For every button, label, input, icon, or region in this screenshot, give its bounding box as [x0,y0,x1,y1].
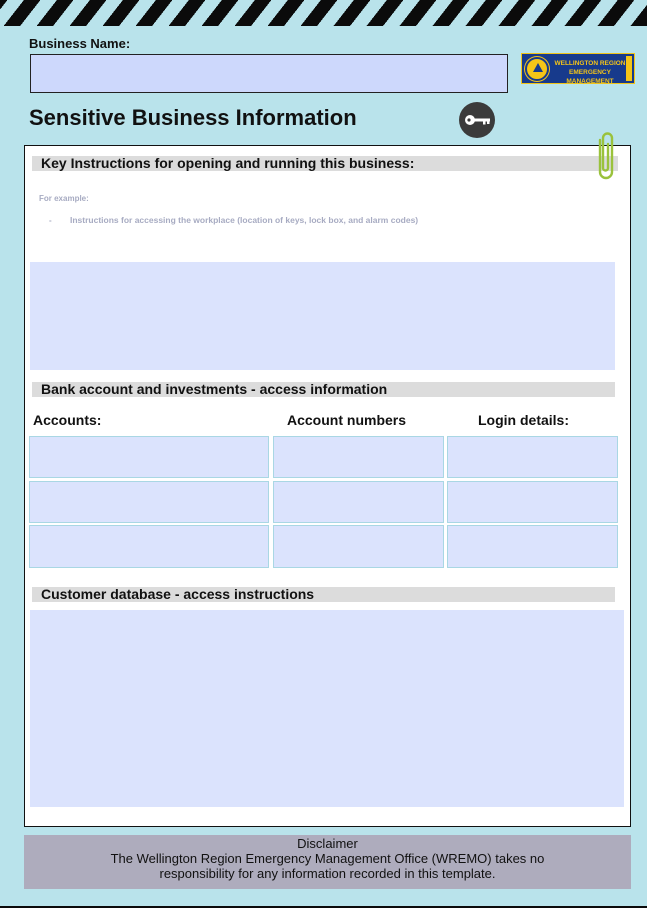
example-label: For example: [39,194,89,203]
business-name-label: Business Name: [29,36,131,51]
account-number-cell-3[interactable] [273,525,444,568]
bottom-margin [0,908,647,913]
account-number-cell-1[interactable] [273,436,444,478]
wremo-logo: WELLINGTON REGION EMERGENCY MANAGEMENT [521,53,635,85]
accounts-column-header: Accounts: [33,412,102,428]
account-numbers-column-header: Account numbers [287,412,407,428]
page-title: Sensitive Business Information [29,105,357,130]
disclaimer-text: The Wellington Region Emergency Manageme… [110,851,545,881]
account-number-cell-2[interactable] [273,481,444,523]
customer-database-heading: Customer database - access instructions [32,587,615,602]
business-name-field[interactable] [30,54,508,93]
account-name-cell-3[interactable] [29,525,269,568]
disclaimer-box: Disclaimer The Wellington Region Emergen… [24,835,631,889]
logo-tab [626,56,632,81]
customer-database-field[interactable] [30,610,624,807]
key-icon [465,115,490,125]
login-details-cell-2[interactable] [447,481,618,523]
content-card: Key Instructions for opening and running… [24,145,631,827]
disclaimer-title: Disclaimer [297,836,358,851]
key-instructions-field[interactable] [30,262,615,370]
account-name-cell-2[interactable] [29,481,269,523]
bank-access-heading: Bank account and investments - access in… [32,382,615,397]
login-details-cell-3[interactable] [447,525,618,568]
key-badge [459,102,495,138]
key-instructions-heading: Key Instructions for opening and running… [32,156,618,171]
paperclip-icon [598,132,614,180]
hazard-stripe-border [0,0,647,26]
civil-defence-seal-icon [525,57,549,81]
logo-text: WELLINGTON REGION EMERGENCY MANAGEMENT [554,60,626,85]
example-bullet: - [49,216,52,225]
login-details-cell-1[interactable] [447,436,618,478]
account-name-cell-1[interactable] [29,436,269,478]
example-item: Instructions for accessing the workplace… [70,215,419,225]
form-page: Business Name: WELLINGTON REGION EMERGEN… [0,0,647,913]
login-details-column-header: Login details: [478,412,569,428]
